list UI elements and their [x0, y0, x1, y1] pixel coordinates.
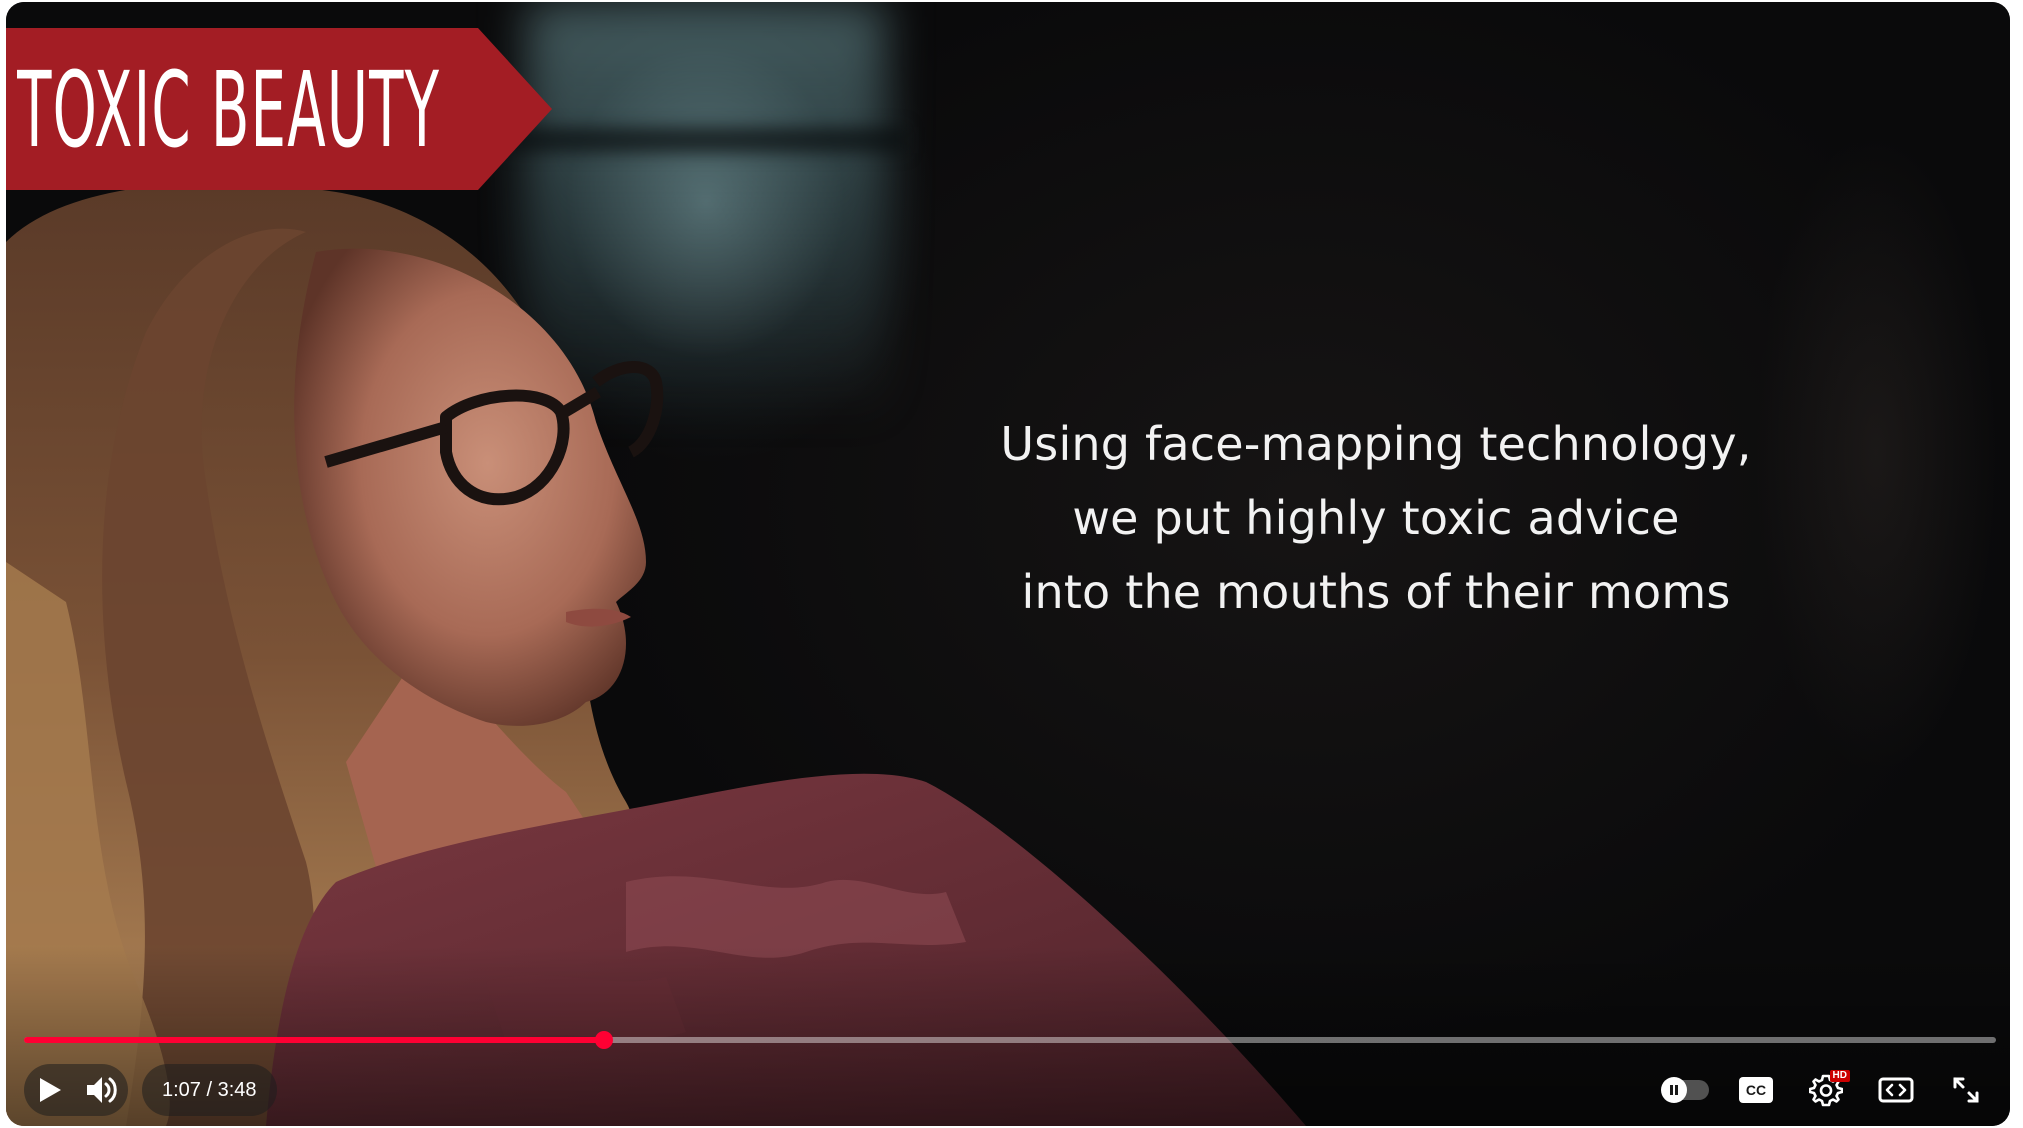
progress-played	[24, 1037, 604, 1043]
autoplay-toggle[interactable]	[1660, 1064, 1712, 1116]
pause-icon	[1670, 1085, 1678, 1095]
play-button[interactable]	[24, 1064, 76, 1116]
svg-text:CC: CC	[1746, 1082, 1766, 1098]
autoplay-toggle-track	[1661, 1077, 1709, 1103]
right-controls: CC HD	[1660, 1064, 1992, 1116]
volume-button[interactable]	[76, 1064, 128, 1116]
subtitle-line: Using face-mapping technology,	[1000, 417, 1752, 471]
play-icon	[40, 1078, 61, 1102]
fullscreen-button[interactable]	[1940, 1064, 1992, 1116]
banner-title: : TOXIC BEAUTY	[6, 49, 441, 171]
hd-badge: HD	[1829, 1070, 1850, 1082]
video-player[interactable]: Using face-mapping technology, we put hi…	[6, 2, 2010, 1126]
autoplay-toggle-knob	[1661, 1077, 1687, 1103]
subtitle-line: into the mouths of their moms	[1021, 565, 1731, 619]
title-banner: : TOXIC BEAUTY	[6, 28, 560, 190]
captions-button[interactable]: CC	[1730, 1064, 1782, 1116]
left-controls: 1:07 / 3:48	[24, 1064, 277, 1116]
settings-button[interactable]: HD	[1800, 1064, 1852, 1116]
progress-bar[interactable]	[24, 1031, 1996, 1049]
playback-pill	[24, 1064, 128, 1116]
time-display: 1:07 / 3:48	[162, 1078, 257, 1101]
progress-scrubber[interactable]	[594, 1031, 613, 1049]
theater-mode-icon	[1878, 1077, 1914, 1103]
theater-mode-button[interactable]	[1870, 1064, 1922, 1116]
video-subtitle-overlay: Using face-mapping technology, we put hi…	[926, 407, 1826, 629]
subtitle-line: we put highly toxic advice	[1072, 491, 1680, 545]
volume-icon	[87, 1077, 117, 1103]
time-display-pill: 1:07 / 3:48	[142, 1064, 277, 1116]
cc-icon: CC	[1739, 1077, 1773, 1103]
fullscreen-icon	[1953, 1077, 1979, 1103]
